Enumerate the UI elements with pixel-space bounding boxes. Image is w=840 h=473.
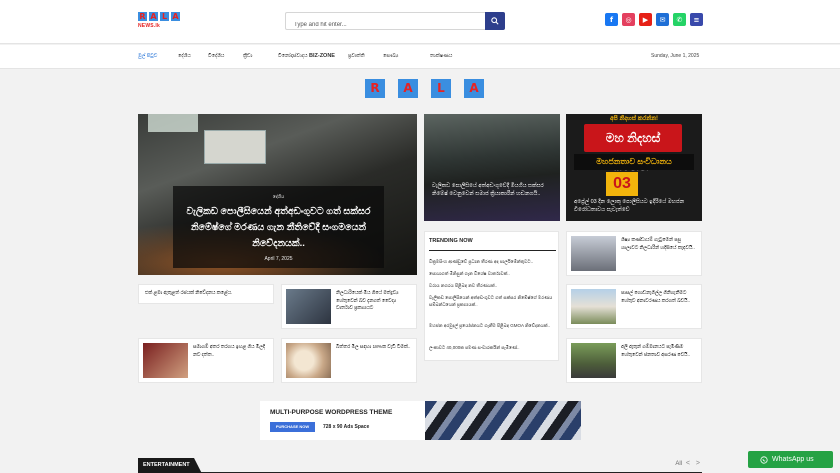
hero-image-sign xyxy=(148,114,198,132)
site-header: RALA NEWS.lk f◎▶✉✆≡ xyxy=(0,0,840,44)
news-thumbnail xyxy=(571,236,616,271)
current-date: Sunday, June 1, 2025 xyxy=(651,53,700,59)
news-item[interactable]: අලි ඇතුන් ගම්මානයට පැමිණීම හේතුවෙන් ජනතා… xyxy=(566,338,702,383)
hero-caption: දේශීය වැලිකඩ පොලීසියෙන් අත්අඩංගුවට ගත් ස… xyxy=(173,186,384,268)
ad-size: 728 x 90 Ads Space xyxy=(323,424,370,430)
hero-article[interactable]: දේශීය වැලිකඩ පොලීසියෙන් අත්අඩංගුවට ගත් ස… xyxy=(138,114,417,275)
trending-widget: TRENDING NOW වික්‍රමසිංහ ආණ්ඩුවේ ප්‍රධාන… xyxy=(424,231,559,361)
news-thumbnail xyxy=(286,343,331,378)
site-logo[interactable]: RALA NEWS.lk xyxy=(138,12,184,32)
trending-item[interactable]: වැලිකඩ පොලීසියෙන් අත්අඩංගුවට ගත් සක්සර න… xyxy=(429,294,554,308)
email-icon[interactable]: ✉ xyxy=(656,13,669,26)
menu-icon[interactable]: ≡ xyxy=(690,13,703,26)
search-icon xyxy=(491,17,499,25)
hero-image-station-board xyxy=(204,130,266,164)
trending-header: TRENDING NOW xyxy=(429,238,473,244)
nav-item[interactable]: ක්‍රීඩා xyxy=(243,53,252,59)
news-item[interactable]: එක් ළමා ඇතුළත් රජයක් නිවේදනය කළේය. xyxy=(138,284,274,304)
trending-item[interactable]: වික්‍රමසිංහ ආණ්ඩුවේ ප්‍රධාන තීරණ අද පාර්… xyxy=(429,258,554,265)
feature-card-vigil[interactable]: වැලිකඩ පොලීසියේ අත්අඩංගුවේදී මියගිය සක්ස… xyxy=(424,114,560,221)
ad-image xyxy=(425,401,581,440)
news-item[interactable]: බිත්තර මිල සඳහා 18%ක වැඩි වීමක්.. xyxy=(281,338,417,383)
news-item[interactable]: නිලධාරියෙක් මිය ගියේ මත්ද්‍රව්‍ය හේතුවෙන… xyxy=(281,284,417,329)
nav-item[interactable]: දේශීය xyxy=(178,53,191,59)
logo-letters: RALA xyxy=(138,12,184,21)
news-item-title[interactable]: බිත්තර මිල සඳහා 18%ක වැඩි වීමක්.. xyxy=(336,344,412,352)
trending-item[interactable]: වරාය නගරය පිළිබඳ නව තීරණයක්.. xyxy=(429,282,554,289)
news-thumbnail xyxy=(571,343,616,378)
trending-divider xyxy=(429,250,556,251)
news-item-title[interactable]: නිලධාරියෙක් මිය ගියේ මත්ද්‍රව්‍ය හේතුවෙන… xyxy=(336,290,412,313)
trending-item[interactable]: සොයාගත් මිනිසුන් ගැන විශේෂ වාර්තාවක්.. xyxy=(429,270,554,277)
news-item[interactable]: ශිෂ්‍ය කණ්ඩායම් ගැටුමෙන් පසු ශාලාවට නිලධ… xyxy=(566,231,702,276)
logo-subtitle: NEWS.lk xyxy=(138,23,160,29)
search-input[interactable] xyxy=(286,17,476,33)
instagram-icon[interactable]: ◎ xyxy=(622,13,635,26)
logo-letter: L xyxy=(160,12,169,21)
nav-item[interactable]: විනෝදාස්වාදය xyxy=(278,53,308,59)
news-item[interactable]: සමාගම් අතර තරගය ඉහළ ගිය මිලදී නව දත්ත.. xyxy=(138,338,274,383)
ad-heading: MULTI-PURPOSE WORDPRESS THEME xyxy=(270,409,393,416)
news-item-title[interactable]: එක් ළමා ඇතුළත් රජයක් නිවේදනය කළේය. xyxy=(145,290,269,298)
youtube-icon[interactable]: ▶ xyxy=(639,13,652,26)
hero-title[interactable]: වැලිකඩ පොලීසියෙන් අත්අඩංගුවට ගත් සක්සර න… xyxy=(173,204,384,252)
news-thumbnail xyxy=(571,289,616,324)
nav-item[interactable]: මුල් පිටුව xyxy=(138,53,157,59)
logo-letter: R xyxy=(138,12,147,21)
section-all-link[interactable]: All xyxy=(675,461,682,467)
nav-item[interactable]: සෞඛ්‍ය xyxy=(383,53,398,59)
whatsapp-icon[interactable]: ✆ xyxy=(673,13,686,26)
news-item[interactable]: පාසල් ගොඩනැගිල්ල ගිනිගැනීමට හේතුව අනාවරණ… xyxy=(566,284,702,329)
logo-letter: A xyxy=(171,12,180,21)
facebook-icon[interactable]: f xyxy=(605,13,618,26)
poster-number: 03 xyxy=(606,172,638,196)
poster-headline: මහ නිදහස් කරන්න! xyxy=(584,124,682,173)
nav-item[interactable]: ප්‍රවෘත්ති xyxy=(348,53,365,59)
whatsapp-button[interactable]: WhatsApp us xyxy=(748,451,833,468)
news-thumbnail xyxy=(143,343,188,378)
whatsapp-icon xyxy=(760,455,768,464)
poster-strip: මහජනතාව සංවිධානය xyxy=(574,154,694,170)
section-header: ENTERTAINMENT All < > xyxy=(138,458,702,473)
search-box xyxy=(285,12,505,33)
whatsapp-label: WhatsApp us xyxy=(772,456,814,463)
feature-card-protest[interactable]: අපි නිදහස් කරන්න! මහ නිදහස් කරන්න! මහජනත… xyxy=(566,114,702,221)
brand-letter: A xyxy=(398,79,418,98)
logo-letter: A xyxy=(149,12,158,21)
feature-card-title[interactable]: අප්‍රේල් 03 දින ලොකු පොලීසියට ඉදිරියේ මහ… xyxy=(574,198,696,214)
hero-date: April 7, 2025 xyxy=(264,256,293,262)
news-item-title[interactable]: සමාගම් අතර තරගය ඉහළ ගිය මිලදී නව දත්ත.. xyxy=(193,344,269,359)
news-item-title[interactable]: අලි ඇතුන් ගම්මානයට පැමිණීම හේතුවෙන් ජනතා… xyxy=(621,344,697,359)
news-thumbnail xyxy=(286,289,331,324)
brand-letter: R xyxy=(365,79,385,98)
search-button[interactable] xyxy=(485,12,505,30)
poster-tag: අපි නිදහස් කරන්න! xyxy=(610,116,658,122)
trending-item[interactable]: ලංකාවට 40,000ක පමණ සංචාරකයින් පැමිණේ.. xyxy=(429,344,554,351)
trending-item[interactable]: මහජන අරමුදල් ප්‍රයෝජනයට ගැනීම පිළිබඳ GMO… xyxy=(429,322,554,329)
brand-letter: L xyxy=(431,79,451,98)
nav-item[interactable]: BIZ-ZONE xyxy=(309,53,335,59)
news-item-title[interactable]: ශිෂ්‍ය කණ්ඩායම් ගැටුමෙන් පසු ශාලාවට නිලධ… xyxy=(621,237,697,252)
feature-card-title[interactable]: වැලිකඩ පොලීසියේ අත්අඩංගුවේදී මියගිය සක්ස… xyxy=(432,182,554,198)
nav-item[interactable]: තාක්ෂණය xyxy=(430,53,452,59)
social-links: f ◎ ▶ ✉ ✆ ≡ xyxy=(605,13,703,26)
brand-letter: A xyxy=(464,79,484,98)
hero-category[interactable]: දේශීය xyxy=(173,194,384,199)
brand-banner: RALA xyxy=(365,79,484,98)
nav-item[interactable]: විදේශීය xyxy=(208,53,224,59)
section-label: ENTERTAINMENT xyxy=(138,458,202,473)
ad-banner[interactable]: MULTI-PURPOSE WORDPRESS THEME PURCHASE N… xyxy=(260,401,581,440)
section-nav-arrows[interactable]: < > xyxy=(686,460,702,467)
main-nav: මුල් පිටුව දේශීය විදේශීය ක්‍රීඩා විනෝදාස… xyxy=(0,45,840,69)
news-item-title[interactable]: පාසල් ගොඩනැගිල්ල ගිනිගැනීමට හේතුව අනාවරණ… xyxy=(621,290,697,305)
purchase-button[interactable]: PURCHASE NOW xyxy=(270,422,315,432)
